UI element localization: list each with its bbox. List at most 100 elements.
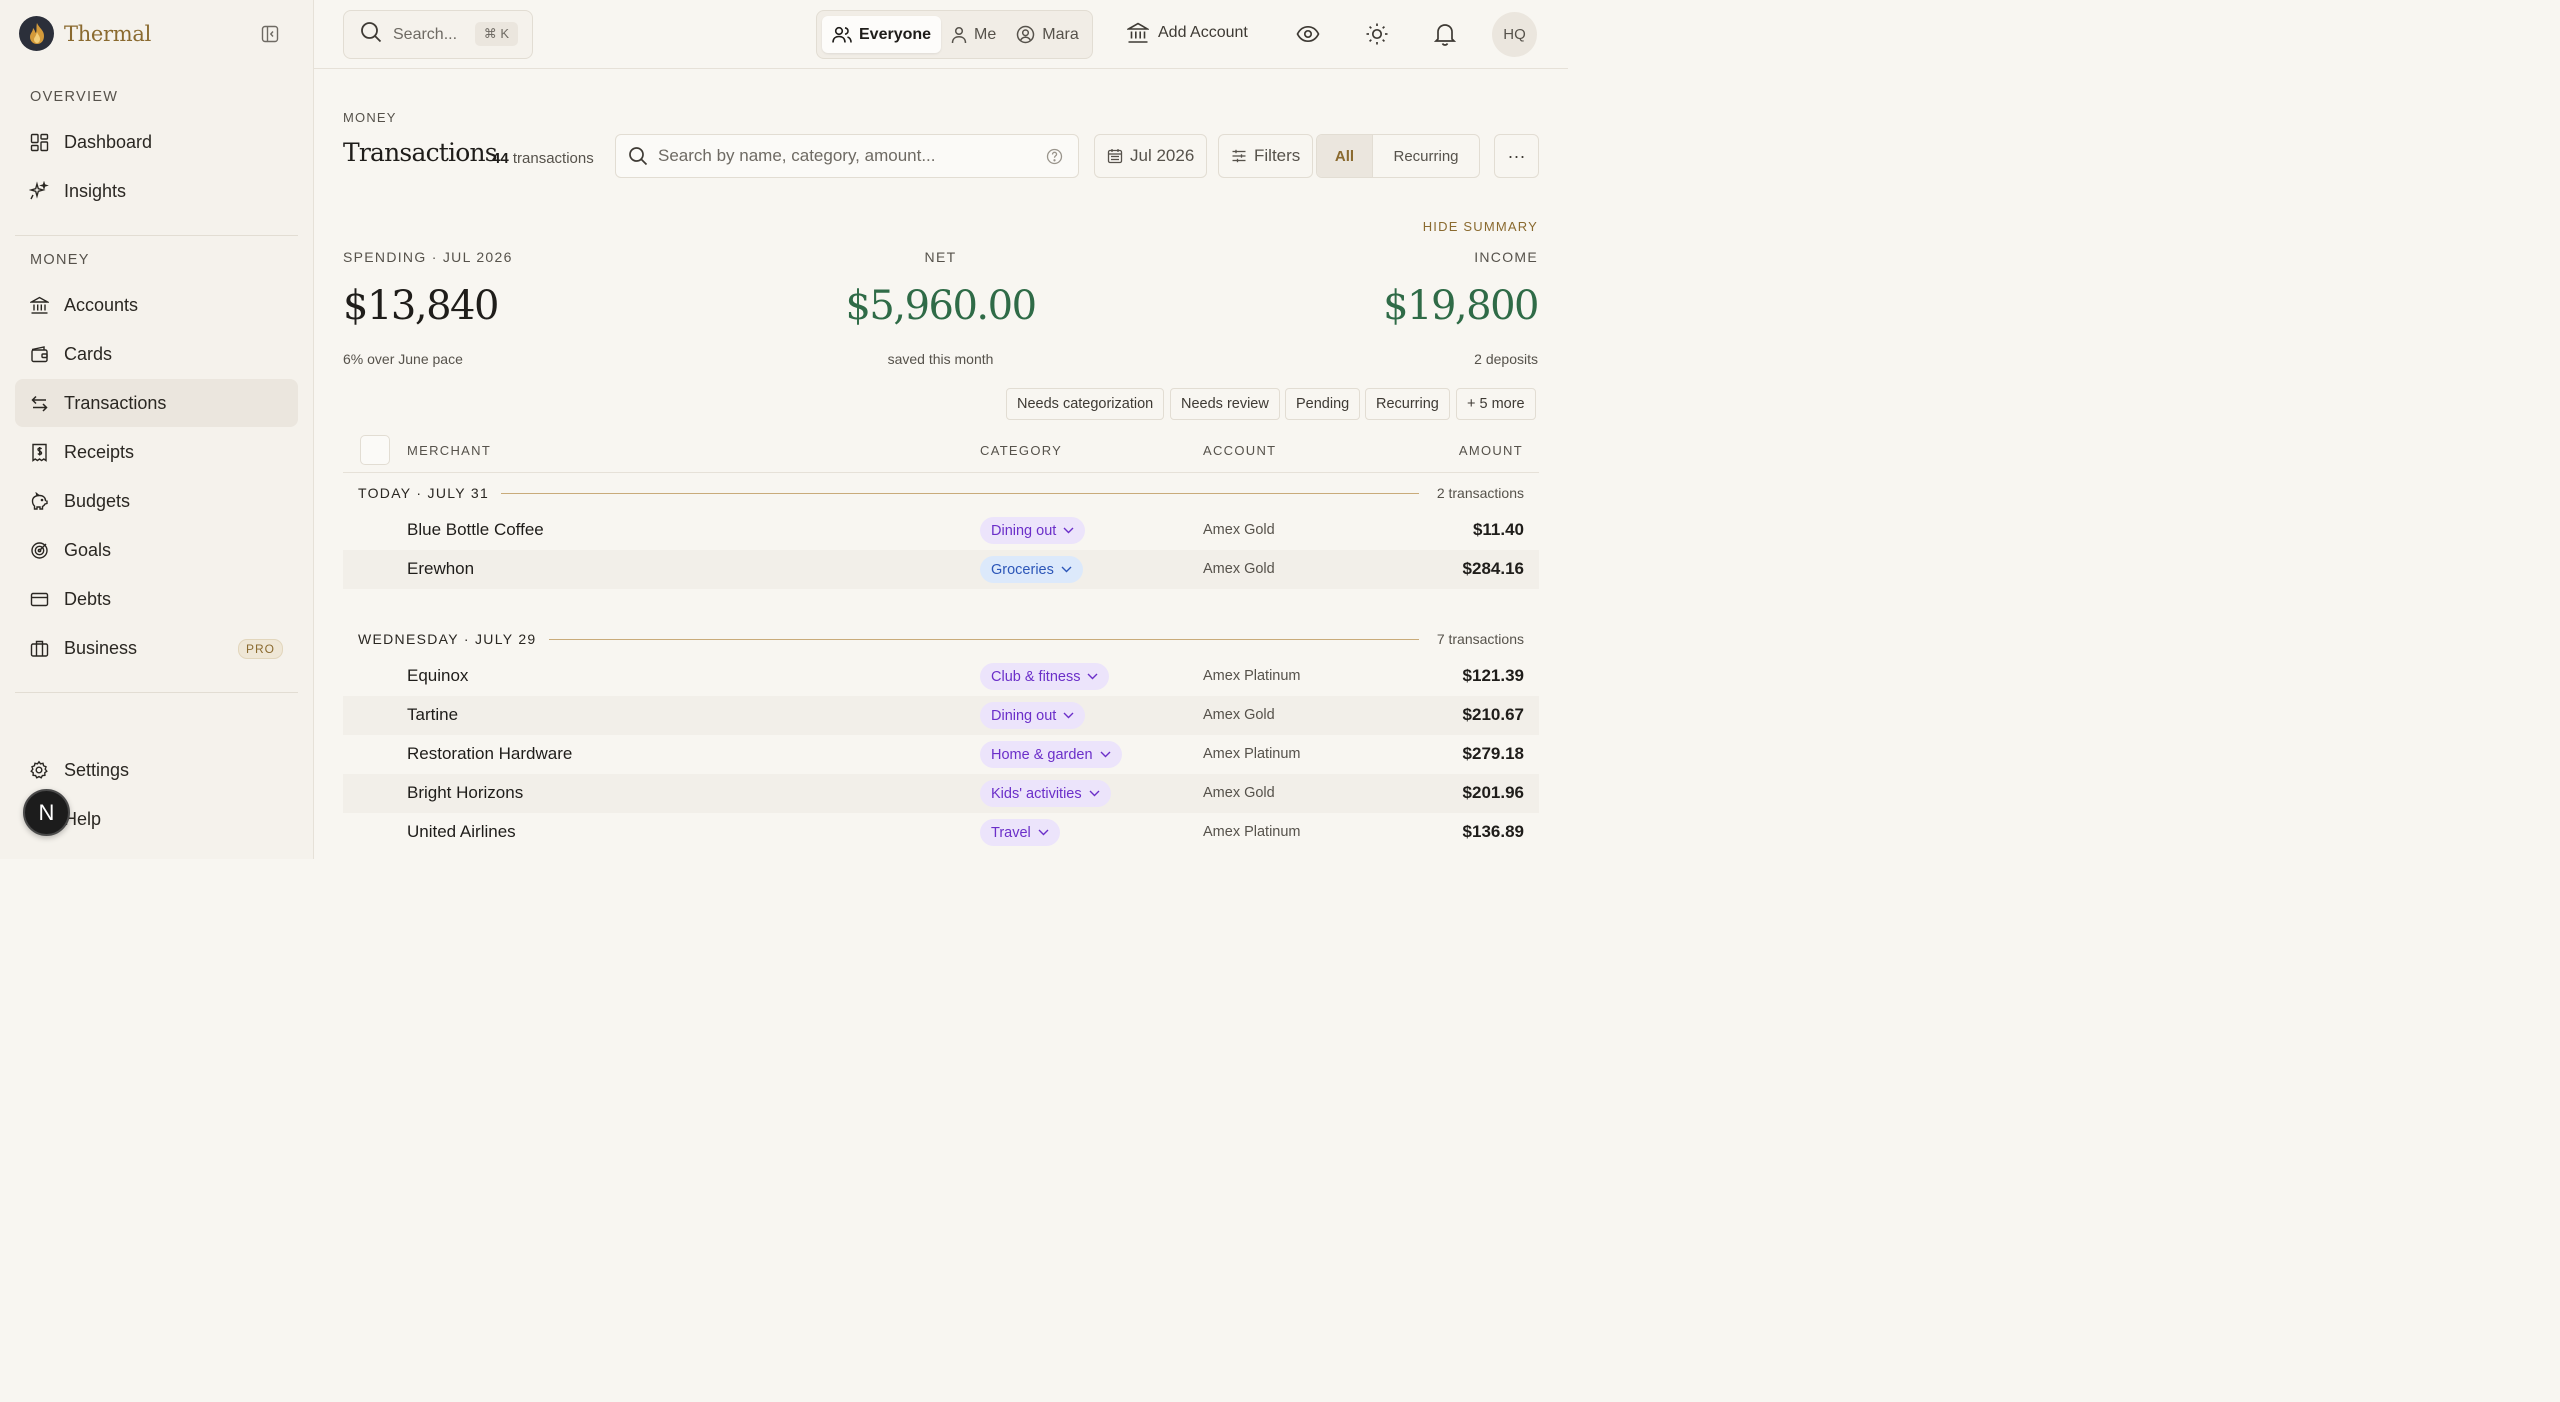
toggle-all[interactable]: All bbox=[1317, 135, 1373, 177]
net-label: NET bbox=[924, 249, 957, 265]
user-avatar[interactable]: HQ bbox=[1492, 12, 1537, 57]
global-search-placeholder: Search... bbox=[393, 25, 458, 43]
account-name: Amex Platinum bbox=[1203, 824, 1301, 840]
toggle-recurring[interactable]: Recurring bbox=[1373, 135, 1479, 177]
brand[interactable]: Thermal bbox=[19, 16, 151, 51]
account-name: Amex Gold bbox=[1203, 561, 1275, 577]
bell-icon[interactable] bbox=[1433, 22, 1457, 46]
amount: $284.16 bbox=[1462, 559, 1524, 578]
scope-everyone[interactable]: Everyone bbox=[822, 16, 942, 53]
sidebar-item-label: Settings bbox=[64, 759, 130, 780]
column-merchant[interactable]: MERCHANT bbox=[407, 443, 491, 458]
arrows-swap-icon bbox=[29, 393, 49, 413]
chip-needs-review[interactable]: Needs review bbox=[1170, 388, 1280, 420]
category-dropdown[interactable]: Kids' activities bbox=[980, 780, 1111, 807]
date-group-count: 7 transactions bbox=[1436, 631, 1524, 647]
select-all-checkbox[interactable] bbox=[360, 435, 390, 465]
search-icon bbox=[360, 21, 382, 48]
chevron-down-icon bbox=[1100, 751, 1111, 758]
sidebar-item-label: Business bbox=[64, 637, 138, 658]
period-button[interactable]: Jul 2026 bbox=[1094, 134, 1208, 178]
search-icon bbox=[629, 147, 648, 166]
category-label: Dining out bbox=[991, 522, 1057, 539]
chip-more-filters[interactable]: + 5 more bbox=[1456, 388, 1536, 420]
amount: $11.40 bbox=[1472, 520, 1524, 539]
section-label-overview: OVERVIEW bbox=[30, 89, 119, 105]
income-label: INCOME bbox=[1474, 249, 1538, 265]
table-row[interactable]: Blue Bottle Coffee Dining out Amex Gold … bbox=[343, 511, 1539, 550]
hide-summary-link[interactable]: HIDE SUMMARY bbox=[1423, 219, 1538, 234]
income-value: $19,800 bbox=[1383, 283, 1539, 329]
sidebar-item-settings[interactable]: Settings bbox=[15, 746, 298, 794]
help-circle-icon[interactable] bbox=[1046, 148, 1063, 170]
table-row[interactable]: Erewhon Groceries Amex Gold $284.16 bbox=[343, 550, 1539, 589]
chevron-down-icon bbox=[1087, 673, 1098, 680]
sparkles-icon bbox=[29, 181, 49, 201]
category-dropdown[interactable]: Dining out bbox=[980, 517, 1086, 544]
sidebar-item-transactions[interactable]: Transactions bbox=[15, 379, 298, 427]
transaction-count-label: transactions bbox=[512, 150, 594, 167]
page-title: Transactions bbox=[343, 138, 498, 167]
top-bar: Search... ⌘ K Everyone Me Mara Add Accou… bbox=[314, 0, 1568, 69]
bank-icon bbox=[1127, 22, 1149, 43]
category-dropdown[interactable]: Dining out bbox=[980, 702, 1086, 729]
sidebar-item-receipts[interactable]: Receipts bbox=[15, 428, 298, 476]
table-row[interactable]: Restoration Hardware Home & garden Amex … bbox=[343, 735, 1539, 774]
sidebar-item-debts[interactable]: Debts bbox=[15, 575, 298, 623]
date-group-count: 2 transactions bbox=[1436, 485, 1524, 501]
chip-needs-categorization[interactable]: Needs categorization bbox=[1006, 388, 1165, 420]
amount: $201.96 bbox=[1462, 783, 1524, 802]
category-dropdown[interactable]: Club & fitness bbox=[980, 663, 1110, 690]
scope-me[interactable]: Me bbox=[941, 16, 1006, 53]
global-search[interactable]: Search... ⌘ K bbox=[343, 10, 533, 59]
sidebar-item-goals[interactable]: Goals bbox=[15, 526, 298, 574]
filters-button[interactable]: Filters bbox=[1218, 134, 1314, 178]
column-amount[interactable]: AMOUNT bbox=[1459, 443, 1523, 458]
amount: $136.89 bbox=[1462, 822, 1524, 841]
scope-switcher: Everyone Me Mara bbox=[816, 10, 1093, 59]
sidebar-item-dashboard[interactable]: Dashboard bbox=[15, 118, 298, 166]
target-icon bbox=[29, 540, 49, 560]
add-account-label: Add Account bbox=[1158, 24, 1248, 41]
sun-icon[interactable] bbox=[1365, 22, 1389, 46]
chip-recurring[interactable]: Recurring bbox=[1365, 388, 1450, 420]
add-account-button[interactable]: Add Account bbox=[1127, 22, 1248, 44]
table-row[interactable]: Equinox Club & fitness Amex Platinum $12… bbox=[343, 657, 1539, 696]
scope-mara[interactable]: Mara bbox=[1006, 16, 1088, 53]
chevron-down-icon bbox=[1038, 829, 1049, 836]
column-category[interactable]: CATEGORY bbox=[980, 443, 1062, 458]
date-group-line bbox=[549, 639, 1419, 640]
account-name: Amex Platinum bbox=[1203, 746, 1301, 762]
merchant-name: Tartine bbox=[407, 705, 459, 724]
collapse-sidebar-icon[interactable] bbox=[259, 23, 281, 45]
chip-pending[interactable]: Pending bbox=[1285, 388, 1361, 420]
sidebar-item-insights[interactable]: Insights bbox=[15, 167, 298, 215]
category-dropdown[interactable]: Groceries bbox=[980, 556, 1083, 583]
more-options-button[interactable]: ··· bbox=[1494, 134, 1539, 178]
credit-card-icon bbox=[29, 589, 49, 609]
table-row[interactable]: Bright Horizons Kids' activities Amex Go… bbox=[343, 774, 1539, 813]
table-row[interactable]: Tartine Dining out Amex Gold $210.67 bbox=[343, 696, 1539, 735]
net-value: $5,960.00 bbox=[845, 283, 1037, 329]
account-name: Amex Gold bbox=[1203, 785, 1275, 801]
sidebar-item-budgets[interactable]: Budgets bbox=[15, 477, 298, 525]
sidebar-item-label: Goals bbox=[64, 539, 112, 560]
floating-avatar[interactable]: N bbox=[23, 789, 70, 836]
eye-icon[interactable] bbox=[1296, 22, 1320, 46]
category-label: Home & garden bbox=[991, 746, 1093, 763]
sidebar-item-label: Debts bbox=[64, 588, 112, 609]
transaction-search-input[interactable]: Search by name, category, amount... bbox=[615, 134, 1079, 178]
user-circle-icon bbox=[1017, 25, 1035, 44]
sidebar-item-label: Transactions bbox=[64, 392, 167, 413]
category-label: Dining out bbox=[991, 707, 1057, 724]
sidebar-item-business[interactable]: Business PRO bbox=[15, 624, 298, 672]
table-row[interactable]: United Airlines Travel Amex Platinum $13… bbox=[343, 813, 1539, 852]
brand-name: Thermal bbox=[64, 21, 152, 46]
category-dropdown[interactable]: Home & garden bbox=[980, 741, 1122, 768]
date-group-label: WEDNESDAY · JULY 29 bbox=[358, 631, 537, 647]
table-header-divider bbox=[343, 472, 1539, 473]
amount: $279.18 bbox=[1462, 744, 1524, 763]
account-name: Amex Gold bbox=[1203, 522, 1275, 538]
column-account[interactable]: ACCOUNT bbox=[1203, 443, 1276, 458]
category-dropdown[interactable]: Travel bbox=[980, 819, 1060, 846]
